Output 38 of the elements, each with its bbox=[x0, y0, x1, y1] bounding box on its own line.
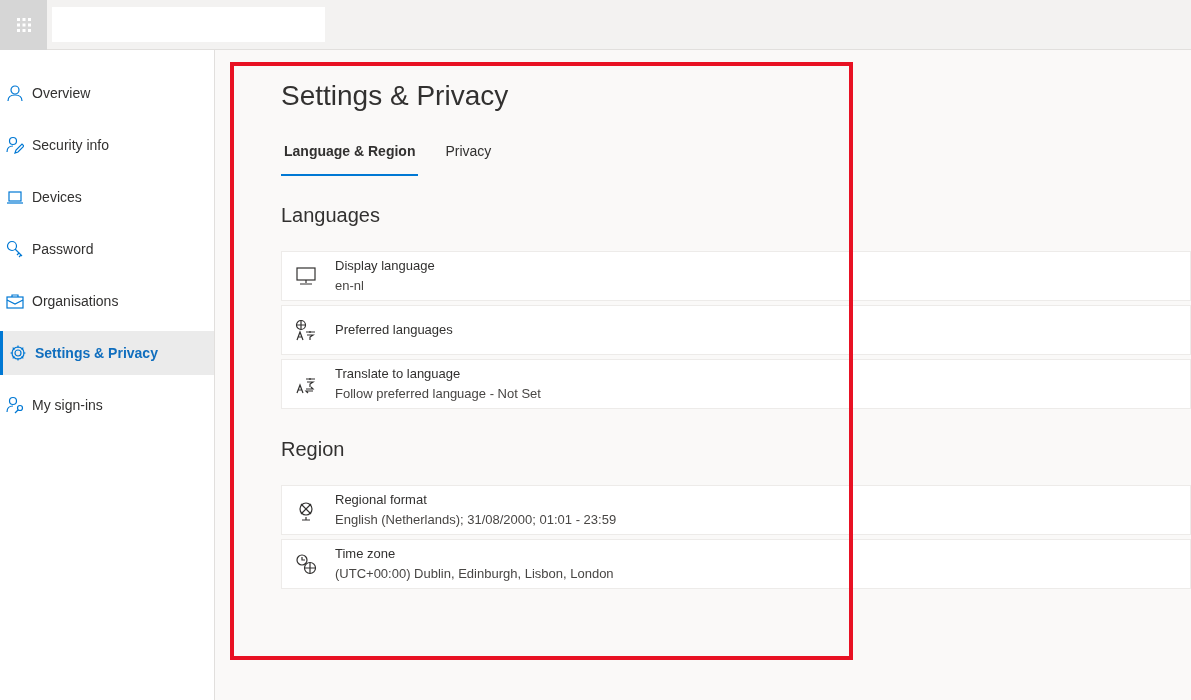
row-value: English (Netherlands); 31/08/2000; 01:01 - 23:59 bbox=[335, 511, 617, 529]
person-pen-icon bbox=[6, 136, 24, 154]
row-title: Display language bbox=[335, 257, 435, 275]
row-value: Follow preferred language - Not Set bbox=[335, 385, 541, 403]
settings-row[interactable]: Time zone (UTC+00:00) Dublin, Edinburgh, Lisbon, London bbox=[281, 539, 1191, 589]
gear-icon bbox=[9, 344, 27, 362]
settings-row[interactable]: Display language en-nl bbox=[281, 251, 1191, 301]
row-title: Regional format bbox=[335, 491, 428, 509]
tab[interactable]: Language & Region bbox=[281, 141, 419, 176]
page-title: Settings & Privacy bbox=[281, 79, 510, 113]
sidebar-item[interactable]: Devices bbox=[0, 175, 214, 219]
section-heading: Region bbox=[281, 437, 346, 462]
row-title: Time zone bbox=[335, 545, 397, 563]
briefcase-icon bbox=[6, 292, 24, 310]
row-title: Preferred languages bbox=[335, 321, 453, 339]
translate-globe-icon bbox=[295, 319, 317, 341]
monitor-icon bbox=[295, 265, 317, 287]
sidebar-item[interactable]: Settings & Privacy bbox=[0, 331, 214, 375]
person-icon bbox=[6, 84, 24, 102]
key-icon bbox=[6, 240, 24, 258]
section-heading: Languages bbox=[281, 203, 381, 228]
person-key-icon bbox=[6, 396, 24, 414]
tab[interactable]: Privacy bbox=[442, 141, 495, 176]
sidebar-item[interactable]: Organisations bbox=[0, 279, 214, 323]
waffle-icon bbox=[15, 16, 32, 33]
row-value: (UTC+00:00) Dublin, Edinburgh, Lisbon, London bbox=[335, 565, 614, 583]
settings-row[interactable]: Preferred languages bbox=[281, 305, 1191, 355]
settings-row[interactable]: Translate to language Follow preferred language - Not Set bbox=[281, 359, 1191, 409]
clock-globe-icon bbox=[295, 553, 317, 575]
sidebar-item[interactable]: Overview bbox=[0, 71, 214, 115]
row-value: en-nl bbox=[335, 277, 365, 295]
laptop-icon bbox=[6, 188, 24, 206]
row-title: Translate to language bbox=[335, 365, 462, 383]
app-launcher-button[interactable] bbox=[0, 0, 47, 50]
sidebar-item[interactable]: Password bbox=[0, 227, 214, 271]
sidebar-item[interactable]: Security info bbox=[0, 123, 214, 167]
settings-row[interactable]: Regional format English (Netherlands); 31/08/2000; 01:01 - 23:59 bbox=[281, 485, 1191, 535]
sidebar-item[interactable]: My sign-ins bbox=[0, 383, 214, 427]
